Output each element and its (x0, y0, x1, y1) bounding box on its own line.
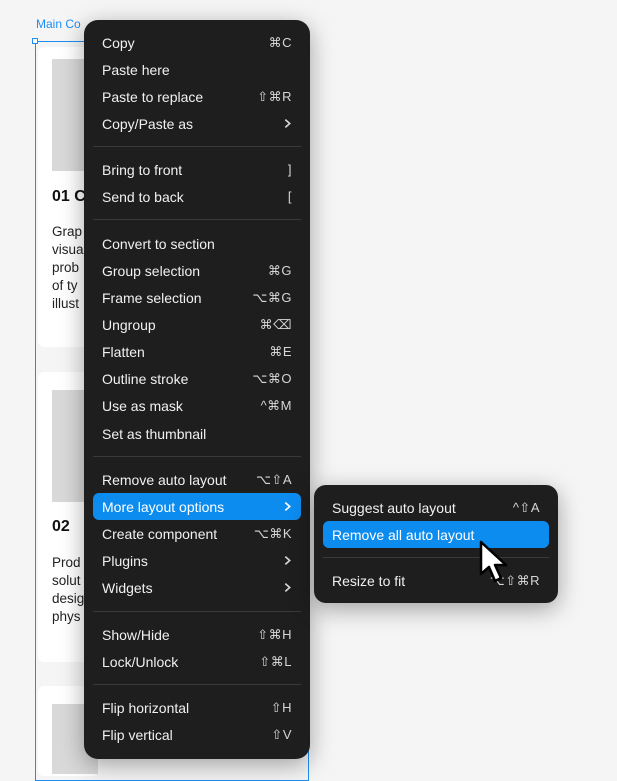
resize-handle-top-left[interactable] (32, 38, 38, 44)
menu-divider (323, 557, 549, 558)
shortcut-label: ⌘⌫ (259, 317, 292, 332)
shortcut-label: [ (287, 189, 292, 204)
menu-item-more-layout-options[interactable]: More layout options (93, 493, 301, 520)
menu-item-group-selection[interactable]: Group selection ⌘G (93, 257, 301, 284)
shortcut-label: ⌘E (269, 344, 292, 359)
menu-item-create-component[interactable]: Create component ⌥⌘K (93, 520, 301, 547)
menu-item-frame-selection[interactable]: Frame selection ⌥⌘G (93, 284, 301, 311)
menu-divider (93, 146, 301, 147)
menu-item-remove-all-auto-layout[interactable]: Remove all auto layout (323, 521, 549, 548)
menu-item-resize-to-fit[interactable]: Resize to fit ⌥⇧⌘R (323, 567, 549, 594)
menu-item-flatten[interactable]: Flatten ⌘E (93, 338, 301, 365)
chevron-right-icon (284, 119, 291, 128)
menu-item-widgets[interactable]: Widgets (93, 574, 301, 601)
layout-options-submenu: Suggest auto layout ^⇧A Remove all auto l… (314, 485, 558, 603)
chevron-right-icon (284, 502, 291, 511)
menu-item-paste-here[interactable]: Paste here (93, 56, 301, 83)
menu-item-outline-stroke[interactable]: Outline stroke ⌥⌘O (93, 365, 301, 392)
menu-item-lock-unlock[interactable]: Lock/Unlock ⇧⌘L (93, 648, 301, 675)
menu-item-ungroup[interactable]: Ungroup ⌘⌫ (93, 311, 301, 338)
context-menu: Copy ⌘C Paste here Paste to replace ⇧⌘R Co… (84, 20, 310, 759)
menu-item-plugins[interactable]: Plugins (93, 547, 301, 574)
menu-item-set-as-thumbnail[interactable]: Set as thumbnail (93, 420, 301, 447)
menu-item-copy[interactable]: Copy ⌘C (93, 29, 301, 56)
menu-item-flip-horizontal[interactable]: Flip horizontal ⇧H (93, 694, 301, 721)
menu-item-flip-vertical[interactable]: Flip vertical ⇧V (93, 721, 301, 748)
shortcut-label: ⌥⌘G (252, 290, 292, 305)
shortcut-label: ⇧⌘H (257, 627, 292, 642)
mouse-pointer-icon (479, 540, 508, 583)
frame-name-label[interactable]: Main Co (36, 17, 81, 31)
shortcut-label: ⇧⌘L (259, 654, 292, 669)
menu-divider (93, 684, 301, 685)
menu-item-use-as-mask[interactable]: Use as mask ^⌘M (93, 392, 301, 419)
menu-item-suggest-auto-layout[interactable]: Suggest auto layout ^⇧A (323, 494, 549, 521)
chevron-right-icon (284, 556, 291, 565)
shortcut-label: ] (287, 162, 292, 177)
menu-divider (93, 219, 301, 220)
shortcut-label: ^⇧A (512, 500, 540, 515)
menu-item-send-to-back[interactable]: Send to back[ (93, 183, 301, 210)
shortcut-label: ⇧H (270, 700, 292, 715)
menu-divider (93, 456, 301, 457)
shortcut-label: ⌥⇧A (255, 472, 292, 487)
shortcut-label: ^⌘M (260, 398, 292, 413)
menu-divider (93, 611, 301, 612)
menu-item-show-hide[interactable]: Show/Hide ⇧⌘H (93, 621, 301, 648)
menu-item-convert-to-section[interactable]: Convert to section (93, 230, 301, 257)
shortcut-label: ⌘G (267, 263, 292, 278)
menu-item-copy-paste-as[interactable]: Copy/Paste as (93, 110, 301, 137)
shortcut-label: ⇧⌘R (257, 89, 292, 104)
menu-item-paste-to-replace[interactable]: Paste to replace ⇧⌘R (93, 83, 301, 110)
shortcut-label: ⌥⌘K (253, 526, 292, 541)
chevron-right-icon (284, 583, 291, 592)
shortcut-label: ⌘C (268, 35, 292, 50)
shortcut-label: ⇧V (271, 727, 292, 742)
shortcut-label: ⌥⌘O (252, 371, 292, 386)
menu-item-bring-to-front[interactable]: Bring to front] (93, 156, 301, 183)
menu-item-remove-auto-layout[interactable]: Remove auto layout ⌥⇧A (93, 466, 301, 493)
